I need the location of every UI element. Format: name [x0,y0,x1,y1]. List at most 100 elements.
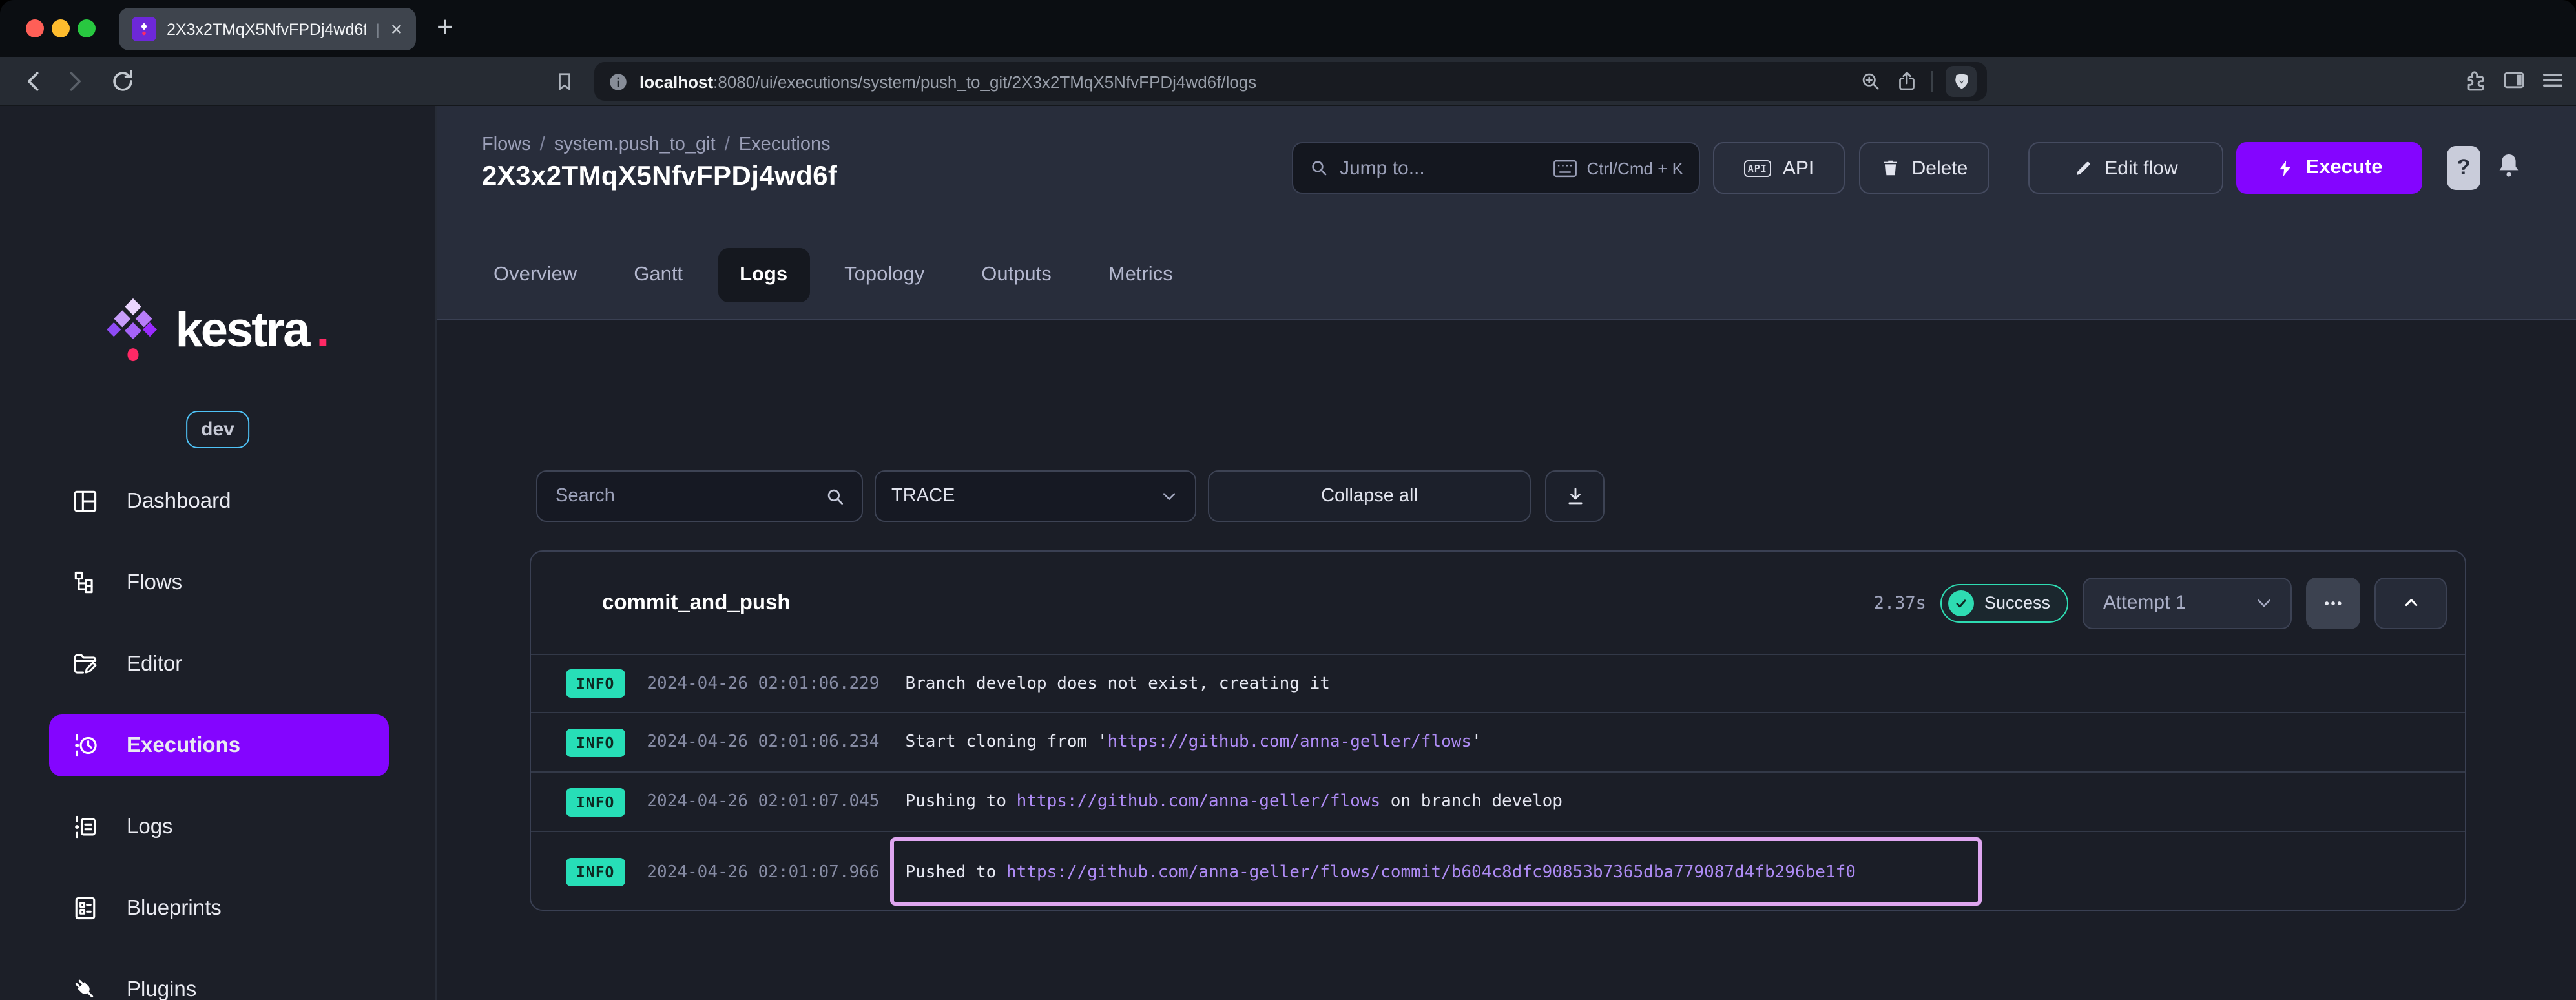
url-host: localhost [639,72,714,91]
sidebar-item-plugins[interactable]: Plugins [49,959,389,1000]
keyboard-icon [1553,158,1577,178]
status-badge: Success [1940,583,2068,622]
sidebar-nav: Dashboard Flows Editor Executions Logs B… [49,470,389,1000]
share-icon[interactable] [1895,70,1918,93]
blueprints-icon [71,894,99,922]
trash-icon [1881,158,1900,178]
chevron-down-icon [1159,486,1179,506]
execute-button[interactable]: Execute [2236,142,2422,194]
log-level-select[interactable]: TRACE [875,470,1196,522]
shortcut-hint: Ctrl/Cmd + K [1553,158,1683,178]
collapse-all-label: Collapse all [1321,486,1418,506]
menu-hamburger-icon[interactable] [2540,67,2566,93]
kestra-logo[interactable]: kestra. [0,297,435,364]
sidebar-item-dashboard[interactable]: Dashboard [49,470,389,532]
sidebar-item-editor[interactable]: Editor [49,633,389,695]
site-info-icon[interactable] [607,70,629,92]
browser-tab-separator: | [375,20,380,38]
status-label: Success [1984,593,2050,612]
delete-button[interactable]: Delete [1859,142,1989,194]
download-logs-button[interactable] [1545,470,1605,522]
log-message: Branch develop does not exist, creating … [905,674,1329,693]
edit-flow-button[interactable]: Edit flow [2028,142,2223,194]
sidebar-toggle-icon[interactable] [2501,67,2527,93]
help-button[interactable]: ? [2447,146,2480,190]
log-level-badge: INFO [566,669,625,698]
plugins-icon [71,975,99,1000]
log-timestamp: 2024-04-26 02:01:06.234 [647,733,880,752]
breadcrumb-link-executions[interactable]: Executions [739,134,831,155]
log-level-badge: INFO [566,787,625,816]
browser-controls [2462,67,2566,93]
fullscreen-window-button[interactable] [78,19,96,37]
breadcrumb: Flows / system.push_to_git / Executions [482,134,831,155]
chevron-up-icon [2400,592,2422,614]
url-actions [1859,66,1977,97]
tab-logs[interactable]: Logs [718,248,810,302]
success-check-icon [1948,590,1974,616]
collapse-panel-button[interactable] [2374,577,2447,629]
task-name: commit_and_push [602,590,791,614]
dashboard-icon [71,487,99,516]
browser-tab[interactable]: 2X3x2TMqX5NfvFPDj4wd6f | ✕ [119,8,416,50]
log-search-field[interactable] [536,470,863,522]
log-row: INFO 2024-04-26 02:01:07.966 Pushed to h… [531,832,2465,912]
tab-outputs[interactable]: Outputs [959,248,1074,302]
notifications-bell-icon[interactable] [2493,149,2524,182]
log-text: ' [1471,733,1482,752]
tab-topology[interactable]: Topology [822,248,946,302]
api-button[interactable]: API API [1713,142,1845,194]
log-text: Start cloning from ' [905,733,1108,752]
log-timestamp: 2024-04-26 02:01:06.229 [647,674,880,693]
log-level-badge: INFO [566,728,625,756]
close-window-button[interactable] [26,19,44,37]
breadcrumb-link-system-push-to-git[interactable]: system.push_to_git [554,134,716,155]
attempt-value: Attempt 1 [2103,592,2186,614]
sidebar-item-logs[interactable]: Logs [49,796,389,858]
search-input[interactable] [553,484,824,508]
log-link[interactable]: https://github.com/anna-geller/flows [1017,792,1381,811]
log-timestamp: 2024-04-26 02:01:07.966 [647,862,880,882]
more-options-button[interactable] [2306,577,2360,629]
breadcrumb-link-flows[interactable]: Flows [482,134,531,155]
task-log-header: commit_and_push 2.37s Success Attempt 1 [531,552,2465,655]
tab-close-icon[interactable]: ✕ [390,21,403,37]
sidebar-item-blueprints[interactable]: Blueprints [49,877,389,939]
brand-wordmark: kestra [175,304,310,358]
log-message: Pushing to https://github.com/anna-gelle… [905,792,1563,811]
brave-shield-icon[interactable] [1946,66,1977,97]
execution-tabs: Overview Gantt Logs Topology Outputs Metrics [472,248,1195,302]
brand-dot: . [316,304,330,358]
task-duration: 2.37s [1873,592,1926,613]
reload-icon[interactable] [109,67,137,96]
log-row: INFO 2024-04-26 02:01:06.229 Branch deve… [531,655,2465,713]
browser-toolbar: localhost:8080/ui/executions/system/push… [0,57,2576,106]
back-icon[interactable] [21,67,49,96]
kestra-favicon-icon [132,17,156,41]
tab-metrics[interactable]: Metrics [1086,248,1195,302]
logs-icon [71,813,99,841]
main-content: TRACE Collapse all commit_and_push [437,320,2576,1000]
attempt-select[interactable]: Attempt 1 [2083,577,2292,629]
edit-flow-button-label: Edit flow [2104,157,2178,179]
bookmark-icon[interactable] [553,68,576,94]
collapse-all-button[interactable]: Collapse all [1208,470,1531,522]
task-log-panel: commit_and_push 2.37s Success Attempt 1 [530,550,2466,911]
editor-icon [71,650,99,678]
jump-to-search[interactable]: Jump to... Ctrl/Cmd + K [1292,142,1700,194]
url-bar[interactable]: localhost:8080/ui/executions/system/push… [594,62,1987,101]
log-link[interactable]: https://github.com/anna-geller/flows [1108,733,1472,752]
minimize-window-button[interactable] [52,19,70,37]
api-icon: API [1743,160,1771,176]
tab-overview[interactable]: Overview [472,248,599,302]
forward-icon[interactable] [59,67,88,96]
log-text: Pushed to [905,862,1006,882]
sidebar-item-executions[interactable]: Executions [49,714,389,776]
sidebar-item-flows[interactable]: Flows [49,552,389,614]
new-tab-button[interactable]: + [437,12,453,41]
log-link[interactable]: https://github.com/anna-geller/flows/com… [1006,862,1856,882]
zoom-in-icon[interactable] [1859,70,1882,93]
extensions-puzzle-icon[interactable] [2462,67,2488,93]
log-text: Pushing to [905,792,1017,811]
tab-gantt[interactable]: Gantt [612,248,705,302]
